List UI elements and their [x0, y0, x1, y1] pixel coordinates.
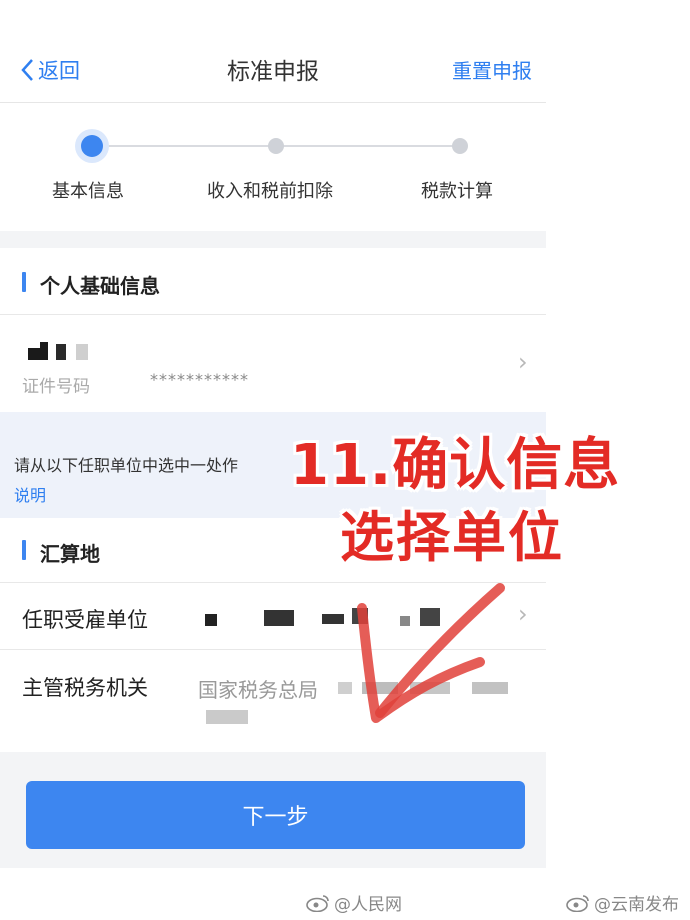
notice-link[interactable]: 说明	[14, 482, 46, 506]
chevron-right-icon: ›	[518, 600, 528, 628]
divider	[0, 314, 546, 315]
watermark-text: @云南发布	[594, 895, 679, 915]
annotation-line-1: 11.确认信息	[290, 433, 621, 498]
employer-label: 任职受雇单位	[22, 608, 148, 632]
notice-text: 请从以下任职单位中选中一处作	[14, 456, 239, 475]
redacted-name	[28, 348, 40, 360]
section-marker	[22, 540, 26, 560]
tax-office-label: 主管税务机关	[22, 676, 148, 700]
id-label: 证件号码	[22, 377, 90, 397]
step-label-basic-info: 基本信息	[52, 181, 124, 202]
watermark-left: @人民网	[306, 890, 402, 915]
annotation-line-2: 选择单位	[340, 506, 564, 569]
watermark-text: @人民网	[334, 895, 402, 915]
redacted-name	[76, 344, 88, 360]
step-dot	[268, 138, 284, 154]
reset-declaration-button[interactable]: 重置申报	[452, 55, 532, 84]
section-marker	[22, 272, 26, 292]
progress-steps: 基本信息 收入和税前扣除 税款计算	[0, 103, 546, 231]
section-title: 个人基础信息	[40, 274, 160, 298]
redacted-employer	[205, 614, 217, 626]
step-connector	[92, 145, 276, 147]
redacted-office	[206, 710, 248, 724]
hand-drawn-arrow-icon	[357, 583, 505, 723]
redacted-employer	[264, 610, 294, 626]
step-label-tax-calc: 税款计算	[421, 181, 493, 202]
step-label-income: 收入和税前扣除	[207, 181, 333, 202]
personal-info-section: 个人基础信息 证件号码 *********** ›	[0, 248, 546, 413]
id-value: ***********	[150, 370, 249, 389]
section-title: 汇算地	[40, 542, 100, 566]
redacted-name	[56, 344, 66, 360]
next-step-button[interactable]: 下一步	[26, 781, 525, 849]
weibo-icon	[566, 894, 589, 912]
watermark-right: @云南发布	[566, 890, 679, 915]
step-dot	[452, 138, 468, 154]
step-dot-active	[81, 135, 103, 157]
redacted-name	[40, 342, 48, 360]
step-connector	[276, 145, 460, 147]
chevron-right-icon: ›	[518, 348, 528, 376]
nav-header: 返回 标准申报 重置申报	[0, 0, 546, 103]
tax-office-value: 国家税务总局	[198, 678, 318, 702]
weibo-icon	[306, 894, 329, 912]
